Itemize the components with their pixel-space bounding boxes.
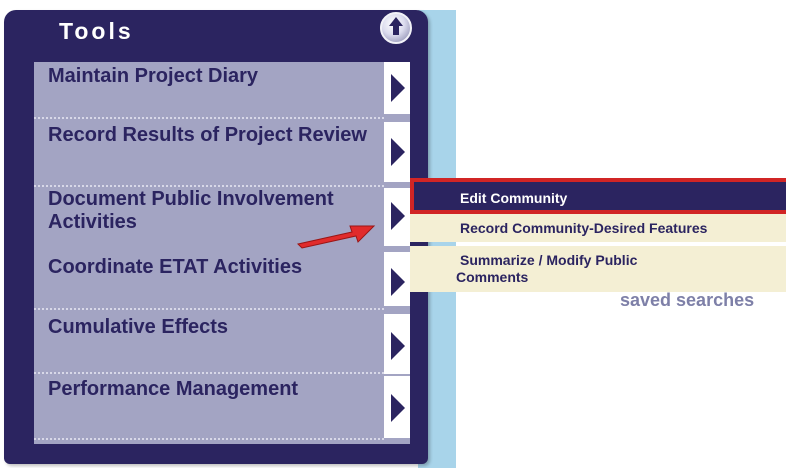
flyout-submenu: Edit Community Record Community-Desired … xyxy=(410,178,786,298)
menu-item-performance-management[interactable]: Performance Management xyxy=(34,376,410,438)
collapse-up-icon[interactable] xyxy=(380,12,412,44)
menu-item-label: Performance Management xyxy=(48,378,299,400)
menu-separator xyxy=(34,308,384,310)
submenu-item-edit-community[interactable]: Edit Community xyxy=(410,178,786,214)
menu-separator xyxy=(34,117,384,119)
submenu-arrow-cell[interactable] xyxy=(384,252,410,306)
menu-separator xyxy=(34,438,384,440)
menu-separator xyxy=(34,372,384,374)
submenu-item-label: Comments xyxy=(456,269,529,285)
submenu-arrow-cell[interactable] xyxy=(384,62,410,114)
submenu-arrow-icon xyxy=(391,74,405,102)
menu-item-cumulative-effects[interactable]: Cumulative Effects xyxy=(34,314,410,374)
menu-item-label: Coordinate ETAT Activities xyxy=(48,256,303,278)
menu-separator xyxy=(34,185,384,187)
submenu-arrow-cell[interactable] xyxy=(384,122,410,182)
menu-item-label: Record Results of Project Review xyxy=(48,124,367,146)
submenu-arrow-cell[interactable] xyxy=(384,188,410,246)
menu-item-record-results[interactable]: Record Results of Project Review xyxy=(34,122,410,184)
submenu-item-label: Summarize / Modify Public xyxy=(460,252,638,268)
submenu-arrow-icon xyxy=(391,268,405,296)
submenu-arrow-cell[interactable] xyxy=(384,376,410,438)
menu-item-label: Cumulative Effects xyxy=(48,316,229,338)
menu-item-coordinate-etat[interactable]: Coordinate ETAT Activities xyxy=(34,252,410,306)
submenu-arrow-icon xyxy=(391,202,405,230)
submenu-item-summarize-public-comments[interactable]: Summarize / Modify Public Comments xyxy=(410,246,786,292)
tools-menu: Maintain Project Diary Record Results of… xyxy=(34,62,410,444)
tools-panel-title: Tools xyxy=(59,18,134,44)
submenu-arrow-icon xyxy=(391,394,405,422)
red-pointer-arrow-icon xyxy=(297,225,376,249)
submenu-arrow-icon xyxy=(391,138,405,166)
submenu-item-record-community-features[interactable]: Record Community-Desired Features xyxy=(410,214,786,242)
menu-item-maintain-project-diary[interactable]: Maintain Project Diary xyxy=(34,62,410,114)
screen: saved searches Tools Maintain Project Di… xyxy=(0,0,786,468)
submenu-arrow-icon xyxy=(391,332,405,360)
submenu-arrow-cell[interactable] xyxy=(384,314,410,374)
menu-item-label: Maintain Project Diary xyxy=(48,65,259,87)
